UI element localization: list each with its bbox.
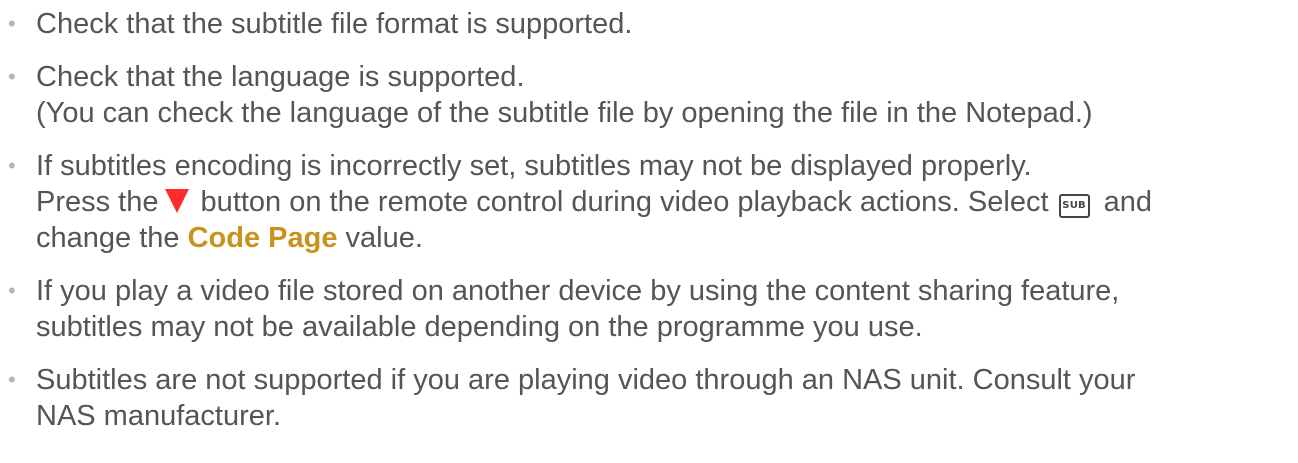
- bullet: •: [8, 278, 16, 303]
- bullet: •: [8, 64, 16, 89]
- item-text: Subtitles are not supported if you are p…: [36, 364, 1136, 396]
- list-item: • Check that the language is supported. …: [0, 59, 1298, 131]
- item-text: If subtitles encoding is incorrectly set…: [36, 150, 1032, 182]
- item-text: Press the: [36, 186, 159, 218]
- item-text: change the: [36, 222, 188, 254]
- item-text-with-icons: Press the button on the remote control d…: [36, 184, 1298, 220]
- item-text: NAS manufacturer.: [36, 400, 281, 432]
- item-text: and: [1095, 186, 1153, 218]
- item-text: If you play a video file stored on anoth…: [36, 275, 1120, 307]
- item-text: Check that the subtitle file format is s…: [36, 8, 633, 40]
- code-page-setting-label: Code Page: [187, 222, 338, 254]
- list-item: • Subtitles are not supported if you are…: [0, 362, 1298, 434]
- item-text-with-highlight: change the Code Page value.: [36, 220, 1298, 256]
- list-item: • If you play a video file stored on ano…: [0, 273, 1298, 345]
- item-text: button on the remote control during vide…: [192, 186, 1049, 218]
- subtitle-troubleshooting-list: • Check that the subtitle file format is…: [0, 6, 1298, 434]
- item-text: (You can check the language of the subti…: [36, 97, 1093, 129]
- item-text: Check that the language is supported.: [36, 61, 525, 93]
- red-down-triangle-icon: [164, 189, 189, 213]
- sub-button-icon: SUB: [1058, 194, 1090, 218]
- item-text: value.: [337, 222, 423, 254]
- bullet: •: [8, 153, 16, 178]
- list-item: • If subtitles encoding is incorrectly s…: [0, 148, 1298, 256]
- bullet: •: [8, 11, 16, 36]
- item-text: subtitles may not be available depending…: [36, 311, 923, 343]
- list-item: • Check that the subtitle file format is…: [0, 6, 1298, 42]
- bullet: •: [8, 367, 16, 392]
